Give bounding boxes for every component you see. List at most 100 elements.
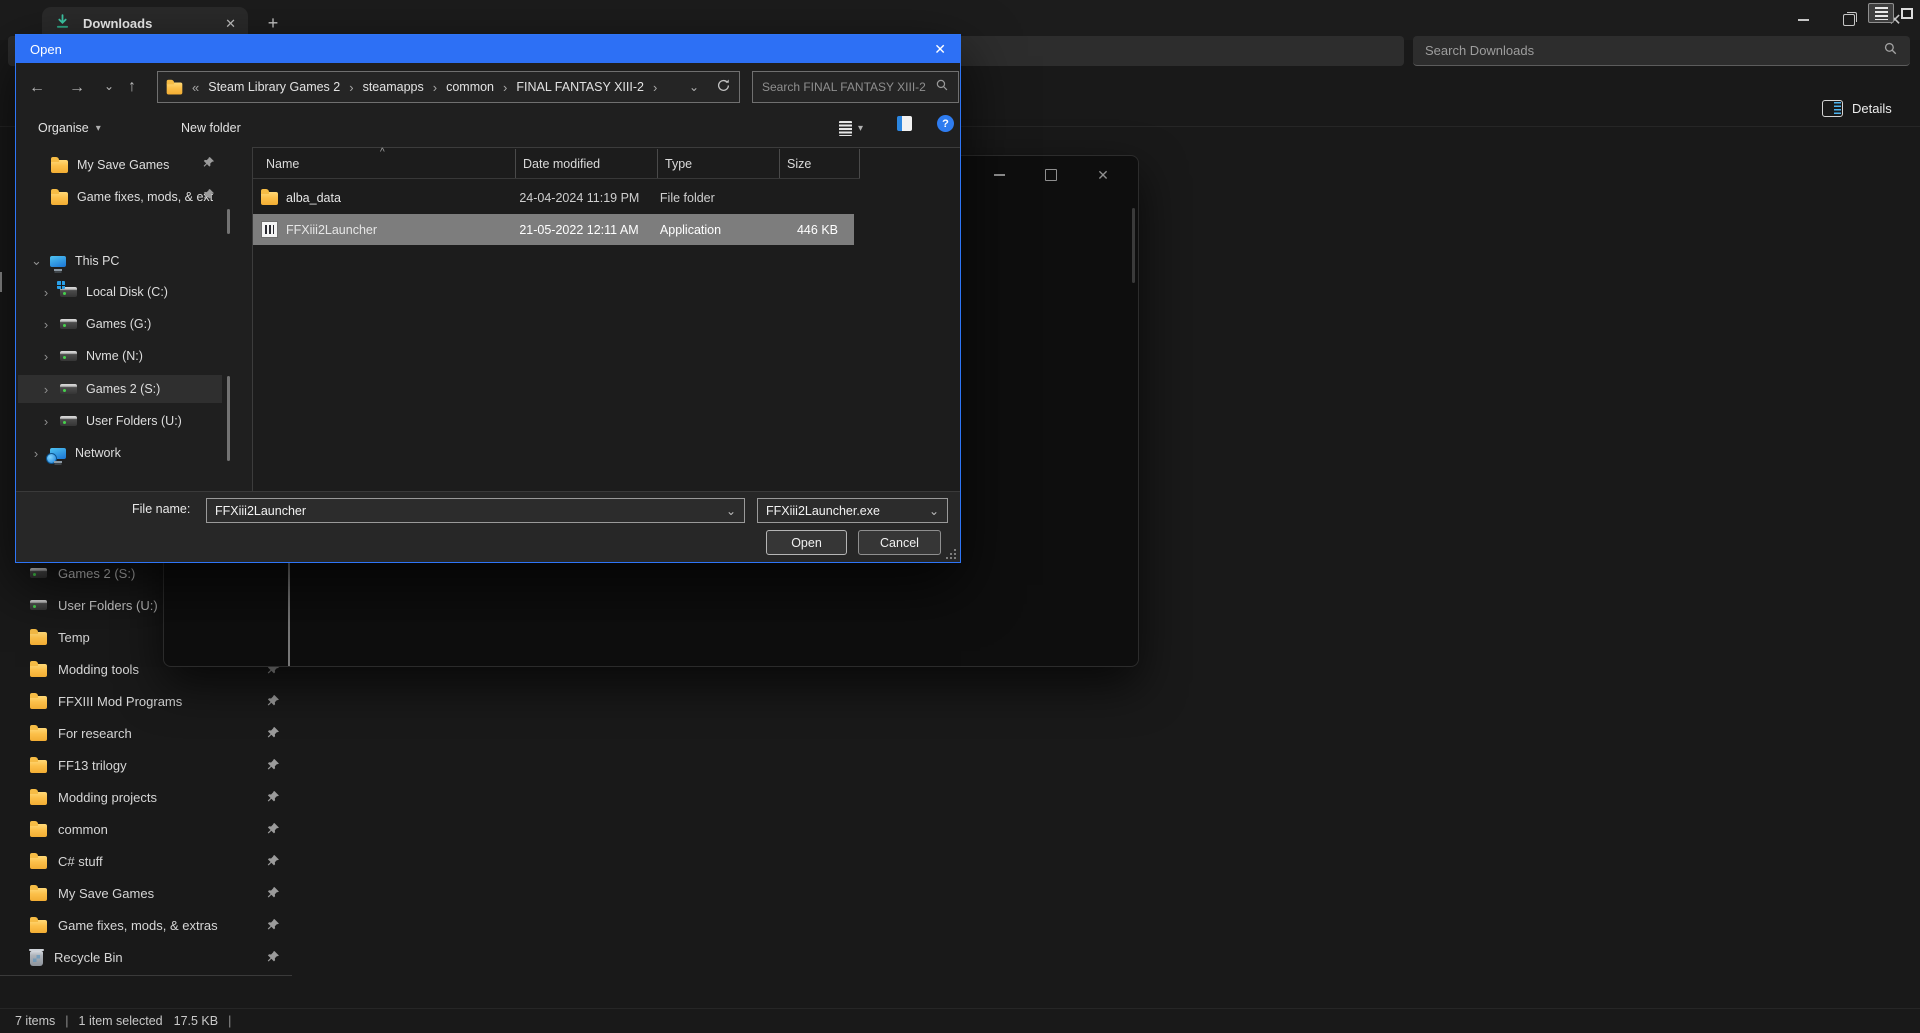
sidebar-divider xyxy=(0,975,292,976)
back-icon[interactable]: ← xyxy=(29,79,45,97)
scrollbar-thumb[interactable] xyxy=(0,272,2,292)
preview-pane-button[interactable] xyxy=(897,116,912,131)
chevron-down-icon[interactable]: ⌄ xyxy=(726,504,736,518)
file-name-input[interactable]: FFXiii2Launcher ⌄ xyxy=(206,498,745,523)
chevron-right-icon[interactable]: › xyxy=(41,382,51,397)
refresh-icon[interactable] xyxy=(716,78,731,96)
pin-icon xyxy=(266,886,280,900)
up-icon[interactable]: ↑ xyxy=(128,78,136,96)
sidebar-item-ff13-trilogy[interactable]: FF13 trilogy xyxy=(0,750,290,780)
minimize-button[interactable] xyxy=(1780,0,1826,40)
breadcrumb-item[interactable]: FINAL FANTASY XIII-2 xyxy=(516,80,644,94)
sidebar-item-game-fixes[interactable]: Game fixes, mods, & extras xyxy=(0,910,290,940)
help-button[interactable]: ? xyxy=(937,115,954,132)
sidebar-item-csharp-stuff[interactable]: C# stuff xyxy=(0,846,290,876)
column-header-size[interactable]: Size xyxy=(779,149,860,178)
tree-item-this-pc[interactable]: ⌄ This PC xyxy=(31,247,119,275)
tree-item-nvme-n[interactable]: › Nvme (N:) xyxy=(41,342,143,370)
resize-grip[interactable] xyxy=(946,548,957,559)
sidebar-item-modding-projects[interactable]: Modding projects xyxy=(0,782,290,812)
pinned-item-my-save-games[interactable]: My Save Games xyxy=(51,151,169,179)
breadcrumb-item[interactable]: steamapps xyxy=(363,80,424,94)
chevron-down-icon[interactable]: ⌄ xyxy=(31,253,42,269)
file-type-select[interactable]: FFXiii2Launcher.exe ⌄ xyxy=(757,498,948,523)
pin-icon xyxy=(266,918,280,932)
tree-item-games-2-s[interactable]: › Games 2 (S:) xyxy=(41,375,161,403)
column-header-type[interactable]: Type xyxy=(657,149,779,178)
chevron-right-icon[interactable]: › xyxy=(41,317,51,332)
chevron-down-icon[interactable]: ⌄ xyxy=(104,79,114,93)
network-icon xyxy=(46,447,66,464)
file-name-label: File name: xyxy=(132,502,191,516)
status-selection-size: 17.5 KB xyxy=(173,1014,219,1028)
sidebar-item-ffxiii-mod-programs[interactable]: FFXIII Mod Programs xyxy=(0,686,290,716)
caret-down-icon: ▾ xyxy=(858,122,864,134)
dialog-close-icon[interactable]: ✕ xyxy=(934,41,946,58)
chevron-right-icon[interactable]: › xyxy=(31,446,41,461)
details-view-button[interactable] xyxy=(1868,3,1894,23)
open-button[interactable]: Open xyxy=(766,530,847,555)
tree-item-user-folders-u[interactable]: › User Folders (U:) xyxy=(41,407,182,435)
icons-view-button[interactable] xyxy=(1896,3,1918,23)
dialog-title: Open xyxy=(30,41,62,57)
dialog-search-placeholder: Search FINAL FANTASY XIII-2 xyxy=(762,80,926,94)
status-separator: | xyxy=(228,1014,232,1028)
sidebar-item-recycle-bin[interactable]: Recycle Bin xyxy=(0,942,290,972)
tab-close-icon[interactable]: ✕ xyxy=(225,16,236,32)
chevron-right-icon[interactable]: › xyxy=(41,285,51,300)
pin-icon xyxy=(202,156,215,174)
file-type: Application xyxy=(659,222,722,237)
chevron-down-icon[interactable]: ⌄ xyxy=(689,80,699,94)
scrollbar-thumb[interactable] xyxy=(227,376,230,461)
pin-icon xyxy=(266,950,280,964)
tree-item-local-disk-c[interactable]: › Local Disk (C:) xyxy=(41,278,168,306)
breadcrumb-separator: › xyxy=(432,79,438,95)
file-row-alba-data[interactable]: alba_data 24-04-2024 11:19 PM File folde… xyxy=(253,182,854,213)
column-header-date-modified[interactable]: Date modified xyxy=(515,149,657,178)
chevron-right-icon[interactable]: › xyxy=(41,414,51,429)
file-list-pane: ^ Name Date modified Type Size alba_data… xyxy=(252,147,960,491)
details-button[interactable]: Details xyxy=(1822,95,1892,121)
cancel-button[interactable]: Cancel xyxy=(858,530,941,555)
breadcrumb-item[interactable]: common xyxy=(446,80,494,94)
pinned-item-game-fixes[interactable]: Game fixes, mods, & ext xyxy=(51,183,213,211)
tree-item-network[interactable]: › Network xyxy=(31,439,121,467)
tree-item-games-g[interactable]: › Games (G:) xyxy=(41,310,151,338)
breadcrumb-item[interactable]: Steam Library Games 2 xyxy=(208,80,340,94)
scrollbar-thumb[interactable] xyxy=(1132,208,1135,283)
sidebar-item-common[interactable]: common xyxy=(0,814,290,844)
close-button[interactable]: ✕ xyxy=(1084,161,1122,189)
organise-button[interactable]: Organise ▾ xyxy=(38,117,101,139)
search-placeholder: Search Downloads xyxy=(1425,43,1535,58)
explorer-search-box[interactable]: Search Downloads xyxy=(1413,36,1910,66)
details-icon xyxy=(1822,99,1843,117)
restore-button[interactable] xyxy=(1826,0,1872,40)
dialog-title-bar[interactable]: Open ✕ xyxy=(16,35,960,63)
folder-icon xyxy=(30,756,47,773)
chevron-down-icon[interactable]: ⌄ xyxy=(929,504,939,518)
drive-icon xyxy=(57,281,77,297)
sidebar-item-my-save-games[interactable]: My Save Games xyxy=(0,878,290,908)
sidebar-item-label: Temp xyxy=(58,629,90,645)
maximize-button[interactable] xyxy=(1032,161,1070,189)
folder-icon xyxy=(30,788,47,805)
tree-item-label: Games (G:) xyxy=(86,317,152,331)
tab-title: Downloads xyxy=(83,16,153,31)
drive-icon xyxy=(60,351,77,361)
dialog-search-box[interactable]: Search FINAL FANTASY XIII-2 xyxy=(752,71,959,103)
forward-icon[interactable]: → xyxy=(69,79,85,97)
dialog-address-bar[interactable]: « Steam Library Games 2 › steamapps › co… xyxy=(157,71,740,103)
view-mode-button[interactable]: ▾ xyxy=(839,116,863,140)
file-date-modified: 21-05-2022 12:11 AM xyxy=(519,222,639,237)
file-row-ffxiii2launcher-selected[interactable]: FFXiii2Launcher 21-05-2022 12:11 AM Appl… xyxy=(253,214,854,245)
status-item-count: 7 items xyxy=(15,1014,56,1028)
breadcrumb-overflow[interactable]: « xyxy=(190,80,201,95)
drive-icon xyxy=(30,600,47,610)
chevron-right-icon[interactable]: › xyxy=(41,349,51,364)
scrollbar-thumb[interactable] xyxy=(227,209,230,234)
new-folder-button[interactable]: New folder xyxy=(181,117,241,139)
scrollbar-thumb[interactable] xyxy=(288,563,290,666)
minimize-button[interactable] xyxy=(980,161,1018,189)
pin-icon xyxy=(202,188,215,206)
sidebar-item-for-research[interactable]: For research xyxy=(0,718,290,748)
